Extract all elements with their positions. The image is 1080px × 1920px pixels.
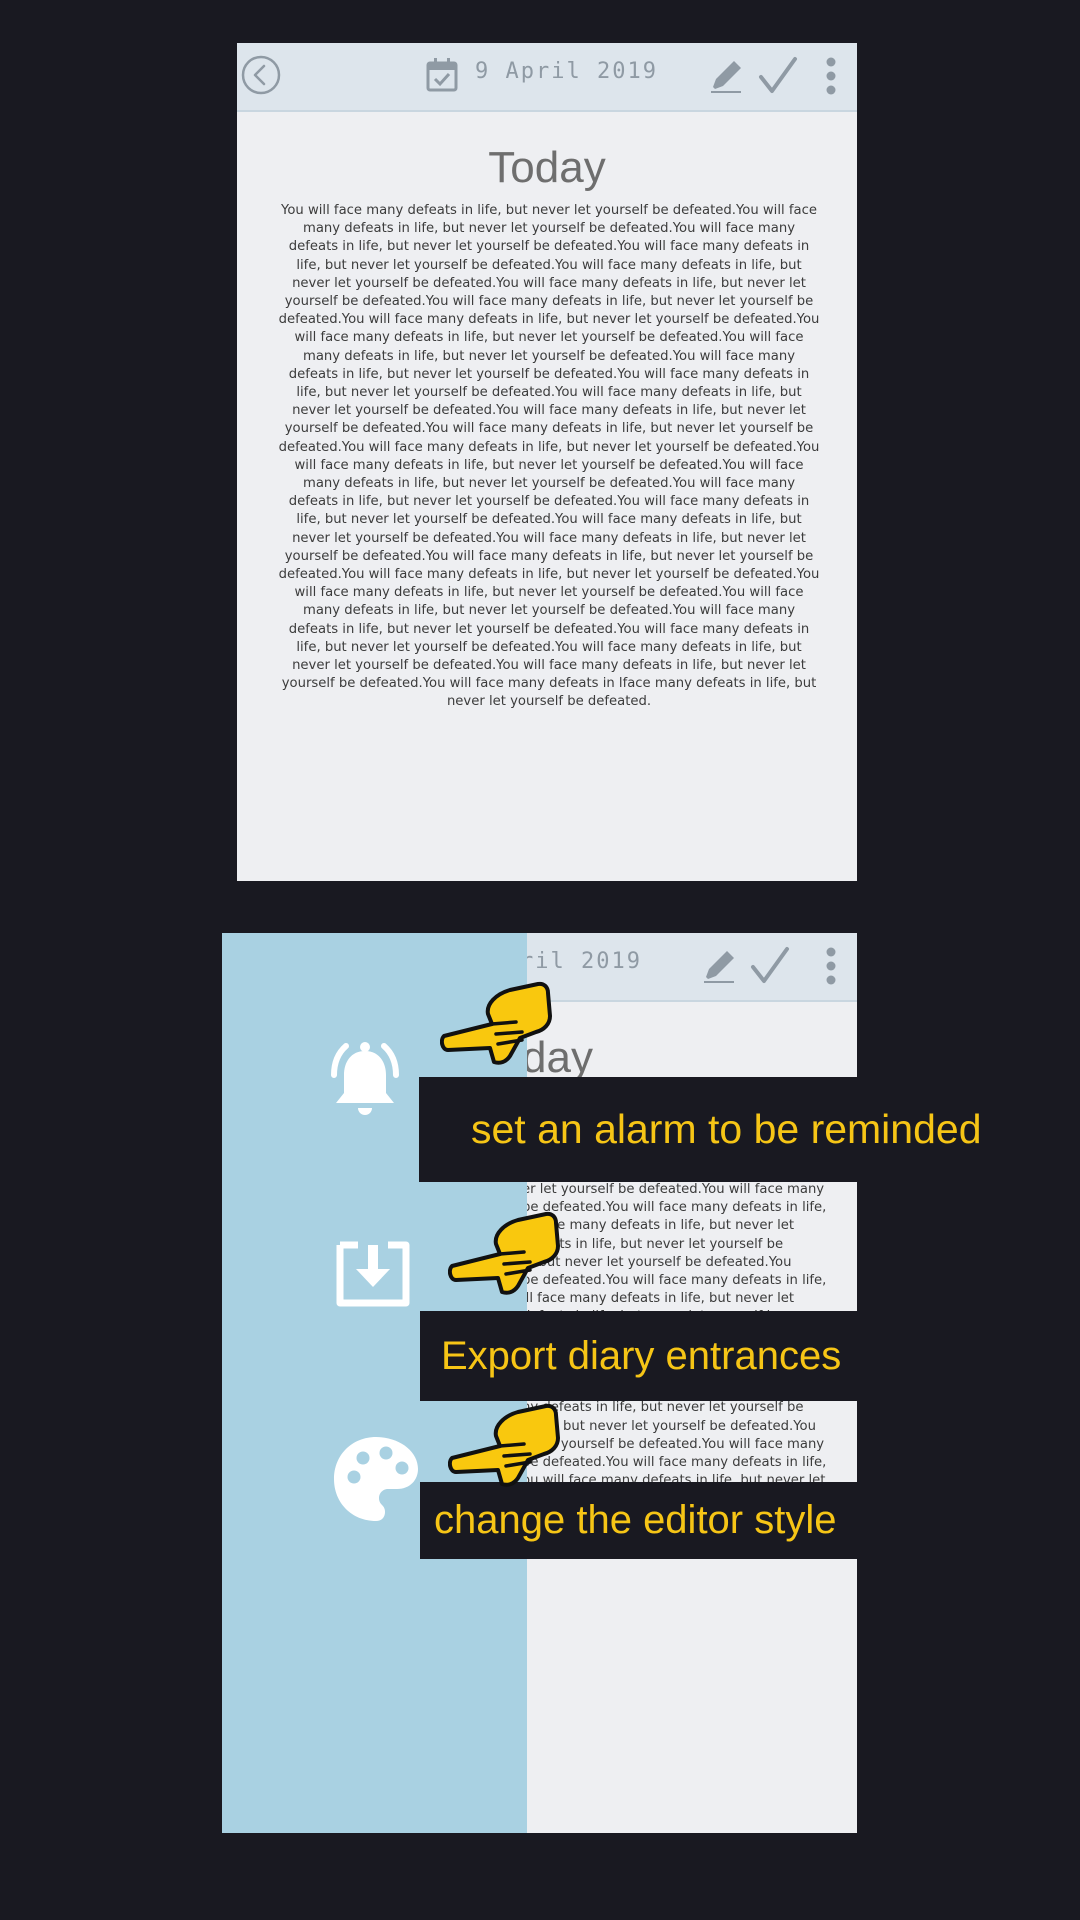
export-tip: Export diary entrances [420, 1311, 857, 1401]
alarm-menu-item[interactable] [318, 1033, 412, 1127]
bell-icon [331, 1042, 399, 1115]
calendar-check-icon[interactable] [425, 57, 459, 93]
more-vertical-icon[interactable] [825, 947, 837, 985]
pointing-hand-icon [447, 1400, 560, 1494]
body-line: ill face many defeats in life, but never… [522, 1218, 795, 1234]
entry-title[interactable]: Today [237, 143, 857, 193]
pointing-hand-icon [447, 1208, 560, 1302]
body-line: defeats in life, but never let yourself … [522, 1236, 784, 1252]
download-icon [336, 1241, 410, 1307]
entry-date[interactable]: ril 2019 [520, 949, 642, 974]
body-line: ill face many defeats in life, but never… [522, 1291, 795, 1307]
top-toolbar: 9 April 2019 [237, 43, 857, 112]
body-line: be defeated.You will face many defeats i… [522, 1273, 827, 1289]
style-tip-text: change the editor style [434, 1498, 837, 1542]
export-tip-text: Export diary entrances [441, 1333, 842, 1378]
body-line: be defeated.You will face many defeats i… [522, 1200, 827, 1216]
export-menu-item[interactable] [332, 1239, 414, 1311]
pencil-icon[interactable] [700, 947, 738, 985]
more-vertical-icon[interactable] [825, 57, 837, 95]
entry-date[interactable]: 9 April 2019 [475, 59, 658, 84]
back-icon[interactable] [241, 55, 281, 95]
alarm-tip: set an alarm to be reminded [419, 1077, 982, 1182]
body-line: er let yourself be defeated.You will fac… [522, 1436, 825, 1452]
entry-body[interactable]: er let yourself be defeated.You will fac… [522, 1181, 852, 1741]
body-line: ny defeats in life, but never let yourse… [522, 1400, 804, 1416]
style-menu-item[interactable] [330, 1433, 422, 1525]
entry-body[interactable]: You will face many defeats in life, but … [277, 202, 821, 862]
body-line: er let yourself be defeated.You will fac… [522, 1182, 825, 1197]
check-icon[interactable] [749, 945, 791, 987]
check-icon[interactable] [757, 55, 799, 97]
body-line: n life, but never let yourself be defeat… [522, 1418, 816, 1434]
pointing-hand-icon [439, 978, 552, 1072]
pencil-icon[interactable] [707, 57, 745, 95]
body-line: be defeated.You will face many defeats i… [522, 1455, 827, 1471]
alarm-tip-text: set an alarm to be reminded [471, 1106, 982, 1152]
diary-screen: 9 April 2019 Today You will face many de… [237, 43, 857, 881]
body-line: e, but never let yourself be defeated.Yo… [522, 1254, 792, 1270]
palette-icon [334, 1437, 418, 1521]
